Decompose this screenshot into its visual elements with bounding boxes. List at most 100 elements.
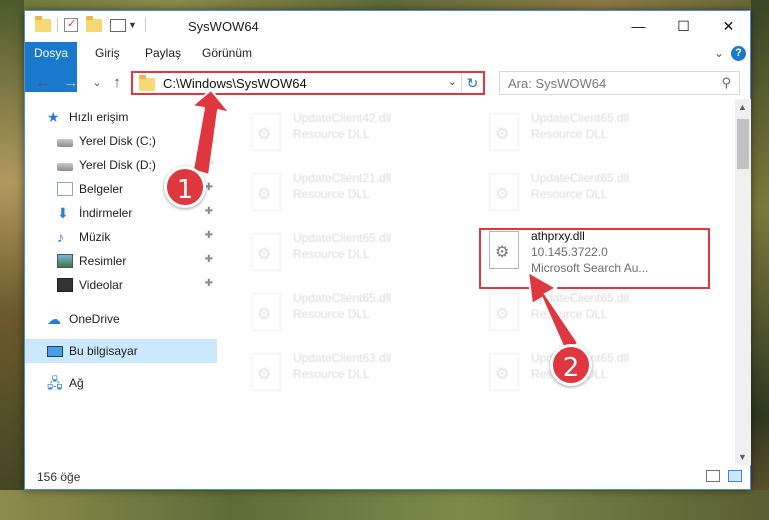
- dll-file-icon: [251, 353, 281, 391]
- close-button[interactable]: ✕: [706, 11, 751, 41]
- file-item[interactable]: UpdateClient65.dll Resource DLL: [479, 167, 679, 217]
- address-dropdown-icon[interactable]: ⌄: [448, 75, 457, 88]
- sidebar-item-label: Hızlı erişim: [69, 110, 129, 124]
- file-name: UpdateClient65.dll: [531, 111, 630, 125]
- file-item[interactable]: UpdateClient65.dll Resource DLL: [241, 287, 441, 337]
- title-bar: ✓ ▼ SysWOW64 — ☐ ✕: [25, 11, 750, 42]
- search-icon[interactable]: ⚲: [721, 75, 731, 91]
- computer-icon: [47, 345, 63, 357]
- scroll-up-icon[interactable]: ▲: [738, 102, 747, 112]
- search-box[interactable]: Ara: SysWOW64 ⚲: [499, 71, 740, 95]
- file-item[interactable]: UpdateClient21.dll Resource DLL: [241, 167, 441, 217]
- file-name: UpdateClient65.dll: [531, 171, 630, 185]
- sidebar-item-label: Ağ: [69, 376, 84, 390]
- navigation-bar: ← → ⌄ ↑ C:\Windows\SysWOW64 ⌄ ↻ Ara: Sys…: [25, 67, 750, 99]
- file-name: UpdateClient21.dll: [293, 171, 392, 185]
- details-view-icon[interactable]: [706, 470, 720, 482]
- sidebar-item-quick-access[interactable]: ★ Hızlı erişim: [25, 105, 217, 129]
- address-bar[interactable]: C:\Windows\SysWOW64 ⌄ ↻: [131, 71, 485, 95]
- file-type: Resource DLL: [531, 127, 608, 141]
- divider: [144, 18, 146, 32]
- address-path[interactable]: C:\Windows\SysWOW64: [163, 76, 307, 91]
- highlight-box-file: [479, 228, 710, 289]
- sidebar-item-label: Yerel Disk (D:): [79, 158, 156, 172]
- dll-file-icon: [251, 233, 281, 271]
- file-type: Resource DLL: [293, 307, 370, 321]
- dll-file-icon: [251, 293, 281, 331]
- sidebar-item-label: Bu bilgisayar: [69, 344, 138, 358]
- tab-view[interactable]: Görünüm: [194, 42, 260, 65]
- pin-icon[interactable]: ✚: [205, 206, 213, 217]
- file-name: UpdateClient42.dll: [293, 111, 392, 125]
- refresh-button[interactable]: ↻: [461, 73, 483, 93]
- file-item[interactable]: UpdateClient63.dll Resource DLL: [241, 347, 441, 397]
- dll-file-icon: [251, 173, 281, 211]
- scrollbar-thumb[interactable]: [737, 119, 749, 169]
- item-count: 156 öğe: [37, 470, 81, 484]
- maximize-button[interactable]: ☐: [661, 11, 706, 41]
- download-icon: ⬇: [57, 205, 69, 221]
- window-title: SysWOW64: [188, 19, 259, 34]
- drive-icon: [57, 138, 73, 147]
- desktop-background-bottom: [0, 490, 769, 520]
- recent-locations-button[interactable]: ⌄: [87, 73, 107, 93]
- network-icon: 🖧: [47, 375, 63, 391]
- folder-icon: [139, 75, 155, 91]
- properties-icon[interactable]: ✓: [64, 18, 78, 32]
- dll-file-icon: [489, 173, 519, 211]
- videos-icon: [57, 278, 73, 292]
- step-1-badge: 1: [164, 166, 206, 208]
- vertical-scrollbar[interactable]: ▲ ▼: [735, 99, 751, 465]
- minimize-button[interactable]: —: [616, 11, 661, 41]
- sidebar-item-music[interactable]: ♪ Müzik ✚: [25, 225, 217, 249]
- customize-toolbar-icon[interactable]: [110, 18, 126, 32]
- file-type: Resource DLL: [531, 307, 608, 321]
- file-type: Resource DLL: [293, 187, 370, 201]
- music-icon: ♪: [57, 229, 64, 245]
- file-item[interactable]: UpdateClient65.dll Resource DLL: [241, 227, 441, 277]
- sidebar-item-onedrive[interactable]: ☁ OneDrive: [25, 307, 217, 331]
- back-button[interactable]: ←: [33, 73, 53, 93]
- dll-file-icon: [489, 293, 519, 331]
- help-icon[interactable]: ?: [731, 46, 746, 61]
- status-bar: 156 öğe: [25, 465, 750, 489]
- sidebar-item-videos[interactable]: Videolar ✚: [25, 273, 217, 297]
- file-type: Resource DLL: [293, 247, 370, 261]
- file-explorer-window: ✓ ▼ SysWOW64 — ☐ ✕ Dosya Giriş Paylaş Gö…: [24, 10, 751, 490]
- sidebar-item-pictures[interactable]: Resimler ✚: [25, 249, 217, 273]
- step-2-badge: 2: [550, 344, 592, 386]
- tab-share[interactable]: Paylaş: [137, 42, 189, 65]
- file-type: Resource DLL: [293, 367, 370, 381]
- forward-button[interactable]: →: [61, 73, 81, 93]
- sidebar-item-network[interactable]: 🖧 Ağ: [25, 371, 217, 395]
- file-item[interactable]: UpdateClient65.dll Resource DLL: [479, 107, 679, 157]
- ribbon-expand-icon[interactable]: ⌄: [706, 42, 732, 65]
- navigation-pane: ★ Hızlı erişim Yerel Disk (C:) ✚ Yerel D…: [25, 105, 217, 465]
- pin-icon[interactable]: ✚: [205, 254, 213, 265]
- pin-icon[interactable]: ✚: [205, 158, 213, 169]
- file-type: Resource DLL: [531, 187, 608, 201]
- pin-icon[interactable]: ✚: [205, 278, 213, 289]
- file-name: UpdateClient65.dll: [293, 231, 392, 245]
- file-item[interactable]: UpdateClient65.dll Resource DLL: [479, 287, 679, 337]
- sidebar-item-local-disk-c[interactable]: Yerel Disk (C:) ✚: [25, 129, 217, 153]
- sidebar-item-label: Videolar: [79, 278, 123, 292]
- file-type: Resource DLL: [293, 127, 370, 141]
- large-icons-view-icon[interactable]: [728, 470, 742, 482]
- new-folder-icon[interactable]: [86, 15, 102, 32]
- tab-home[interactable]: Giriş: [87, 42, 128, 65]
- file-item[interactable]: UpdateClient42.dll Resource DLL: [241, 107, 441, 157]
- pin-icon[interactable]: ✚: [205, 134, 213, 145]
- desktop-background-right: [751, 0, 769, 520]
- scroll-down-icon[interactable]: ▼: [738, 452, 747, 462]
- dll-file-icon: [489, 113, 519, 151]
- pin-icon[interactable]: ✚: [205, 230, 213, 241]
- star-icon: ★: [47, 109, 60, 125]
- file-name: UpdateClient63.dll: [293, 351, 392, 365]
- up-button[interactable]: ↑: [107, 73, 127, 93]
- chevron-down-icon[interactable]: ▼: [128, 20, 137, 30]
- sidebar-item-this-pc[interactable]: Bu bilgisayar: [25, 339, 217, 363]
- divider: [57, 18, 58, 32]
- cloud-icon: ☁: [47, 311, 61, 327]
- drive-icon: [57, 162, 73, 171]
